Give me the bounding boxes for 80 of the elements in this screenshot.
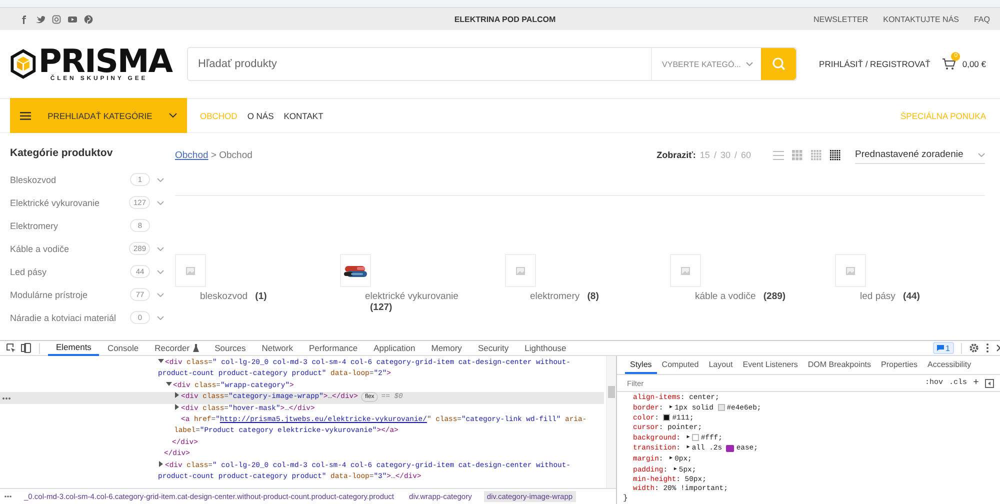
sidebar-title: Kategórie produktov — [10, 147, 114, 159]
styles-tab[interactable]: Layout — [704, 356, 738, 374]
devtools-tab[interactable]: Memory — [423, 340, 470, 356]
settings-icon[interactable] — [969, 343, 979, 353]
collapse-arrow-icon[interactable] — [158, 358, 165, 364]
image-placeholder-icon — [516, 266, 525, 274]
nav-link[interactable]: KONTAKT — [284, 110, 324, 120]
category-link[interactable]: Modulárne prístroje — [10, 290, 130, 300]
cart-total: 0,00 € — [962, 59, 986, 69]
styles-tab[interactable]: Computed — [656, 356, 704, 374]
breadcrumb-current: > Obchod — [210, 150, 252, 160]
social-icon[interactable] — [84, 14, 93, 24]
category-link[interactable]: Bleskozvod — [10, 174, 130, 184]
separator: / — [734, 150, 737, 160]
styles-tab[interactable]: Properties — [876, 356, 922, 374]
more-options-icon[interactable] — [986, 343, 989, 353]
devtools-tab[interactable]: Performance — [300, 340, 366, 356]
devtools-tab[interactable]: Lighthouse — [516, 340, 574, 356]
image-placeholder-icon — [681, 266, 690, 274]
category-title[interactable]: káble a vodiče (289) — [695, 291, 815, 302]
breadcrumb-link[interactable]: Obchod — [175, 150, 208, 160]
rule-end: } — [622, 494, 629, 504]
per-page-label: Zobraziť: — [656, 150, 696, 160]
chevron-down-icon — [746, 62, 754, 66]
nav-link[interactable]: O NÁS — [247, 110, 274, 120]
devtools-tab[interactable]: Sources — [206, 340, 254, 356]
category-title[interactable]: elektrické vykurovanie (127) — [365, 291, 485, 313]
category-title[interactable]: led pásy (44) — [860, 291, 980, 302]
social-icon[interactable] — [68, 14, 77, 24]
inspect-icon[interactable] — [6, 343, 16, 353]
more-icon[interactable] — [4, 495, 12, 498]
top-link[interactable]: NEWSLETTER — [813, 14, 868, 24]
styles-tab[interactable]: DOM Breakpoints — [802, 356, 876, 374]
browse-categories-button[interactable]: PREHLIADAŤ KATEGÓRIE — [10, 98, 187, 133]
image-placeholder-icon — [186, 266, 195, 274]
chevron-down-icon — [169, 113, 177, 118]
category-title[interactable]: bleskozvod (1) — [200, 291, 320, 302]
view-mode-icon[interactable] — [830, 150, 841, 160]
search-icon — [772, 57, 786, 71]
category-link[interactable]: Led pásy — [10, 266, 130, 276]
styles-tab[interactable]: Event Listeners — [738, 356, 803, 374]
new-rule-button[interactable]: + — [972, 378, 979, 388]
device-toolbar-icon[interactable] — [21, 343, 31, 353]
category-link[interactable]: Káble a vodiče — [10, 244, 130, 254]
devtools-tab[interactable]: Console — [99, 340, 147, 356]
devtools-tab[interactable]: Network — [254, 340, 301, 356]
image-placeholder-icon — [846, 266, 855, 274]
styles-tab[interactable]: Styles — [625, 356, 657, 374]
separator: / — [714, 150, 716, 160]
category-link[interactable]: Náradie a kotviaci materiál — [10, 312, 130, 322]
social-icon[interactable] — [36, 14, 45, 24]
category-link[interactable]: Elektromery — [10, 220, 130, 230]
tagline: ELEKTRINA POD PALCOM — [454, 14, 556, 24]
styles-tab[interactable]: Accessibility — [922, 356, 976, 374]
issues-badge[interactable]: 1 — [932, 342, 954, 354]
sort-select[interactable]: Prednastavené zoradenie — [855, 146, 985, 164]
cart-icon[interactable] — [942, 58, 956, 70]
social-icon[interactable] — [52, 14, 61, 24]
sidebar-toggle-icon[interactable] — [985, 378, 994, 388]
logo-text[interactable]: PRISMA — [38, 46, 172, 76]
collapse-arrow-icon[interactable] — [166, 380, 173, 387]
expand-arrow-icon[interactable] — [158, 460, 165, 467]
expand-arrow-icon[interactable] — [174, 404, 181, 410]
expand-arrow-icon[interactable] — [174, 392, 181, 398]
devtools-tab[interactable]: Application — [366, 340, 424, 356]
category-link[interactable]: Elektrické vykurovanie — [10, 198, 130, 208]
login-link[interactable]: PRIHLÁSIŤ / REGISTROVAŤ — [819, 59, 930, 69]
menu-icon — [20, 112, 31, 120]
more-icon[interactable] — [2, 397, 11, 400]
devtools-tab[interactable]: Elements — [48, 340, 100, 356]
chevron-down-icon — [978, 152, 985, 156]
top-link[interactable]: FAQ — [974, 14, 990, 24]
devtools-tab[interactable]: Security — [470, 340, 517, 356]
devtools-tab[interactable]: Recorder — [146, 340, 207, 356]
flask-icon — [192, 344, 199, 352]
category-title[interactable]: elektromery (8) — [530, 291, 650, 302]
search-field[interactable]: Hľadať produkty VYBERTE KATEGÓ... — [187, 47, 798, 81]
social-icon[interactable] — [20, 14, 29, 24]
scrollbar[interactable] — [606, 356, 616, 488]
top-link[interactable]: KONTAKTUJTE NÁS — [883, 14, 959, 24]
